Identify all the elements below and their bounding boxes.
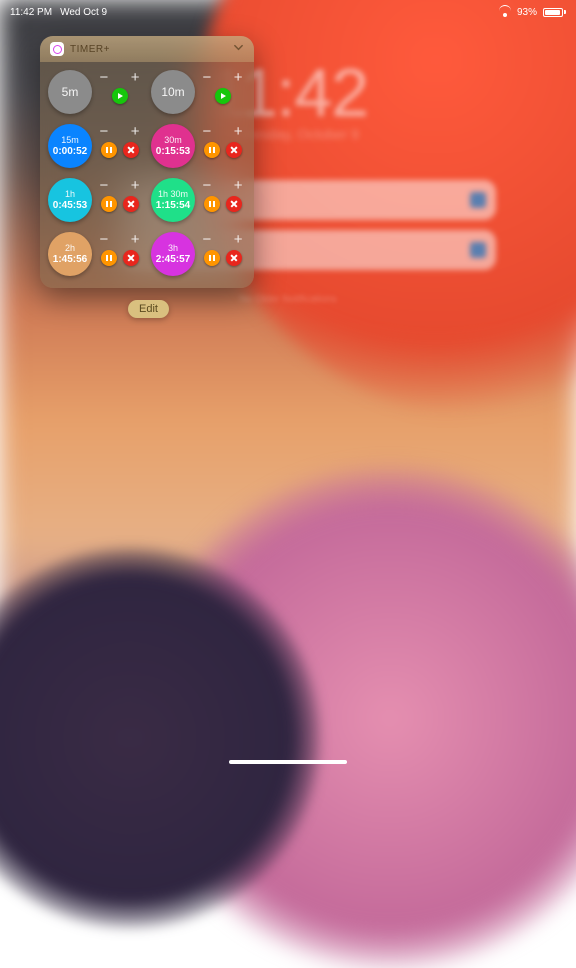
timer-elapsed: 2:45:57 (156, 255, 190, 265)
timer-controls: −+ (199, 70, 246, 104)
minus-button[interactable]: − (100, 178, 109, 193)
pause-button[interactable] (101, 142, 117, 158)
timer-elapsed: 1:45:56 (53, 255, 87, 265)
pause-button[interactable] (101, 196, 117, 212)
calendar-icon (470, 242, 486, 258)
plus-button[interactable]: + (131, 124, 140, 139)
calendar-icon (470, 192, 486, 208)
widget-title: TIMER+ (70, 44, 233, 55)
battery-percent: 93% (517, 7, 537, 18)
plus-button[interactable]: + (131, 232, 140, 247)
timer-cell: 10m−+ (151, 70, 246, 114)
timer-disc[interactable]: 1h 30m 1:15:54 (151, 178, 195, 222)
timer-widget: TIMER+ 5m−+10m−+15m0:00:52−+30m0:15:53−+… (40, 36, 254, 288)
timer-label: 30m (164, 136, 182, 145)
timer-label: 1h (65, 190, 75, 199)
timer-disc[interactable]: 3h 2:45:57 (151, 232, 195, 276)
minus-button[interactable]: − (203, 124, 212, 139)
timer-elapsed: 0:00:52 (53, 147, 87, 157)
timer-label: 15m (61, 136, 79, 145)
minus-button[interactable]: − (100, 124, 109, 139)
timer-app-icon (50, 42, 64, 56)
timer-controls: −+ (96, 232, 143, 266)
cancel-button[interactable] (123, 196, 139, 212)
plus-button[interactable]: + (234, 178, 243, 193)
minus-button[interactable]: − (100, 232, 109, 247)
minus-button[interactable]: − (203, 232, 212, 247)
timer-disc[interactable]: 1h 0:45:53 (48, 178, 92, 222)
chevron-down-icon[interactable] (233, 40, 244, 58)
timer-controls: −+ (96, 178, 143, 212)
plus-button[interactable]: + (234, 124, 243, 139)
plus-button[interactable]: + (131, 178, 140, 193)
timer-cell: 5m−+ (48, 70, 143, 114)
edit-button[interactable]: Edit (128, 300, 169, 318)
minus-button[interactable]: − (203, 70, 212, 85)
timer-disc[interactable]: 15m 0:00:52 (48, 124, 92, 168)
timer-label: 5m (62, 86, 79, 98)
widget-header[interactable]: TIMER+ (40, 36, 254, 62)
battery-icon (543, 8, 566, 17)
timer-cell: 30m0:15:53−+ (151, 124, 246, 168)
timer-elapsed: 0:45:53 (53, 201, 87, 211)
home-indicator[interactable] (229, 760, 347, 764)
play-button[interactable] (215, 88, 231, 104)
timer-disc[interactable]: 5m (48, 70, 92, 114)
cancel-button[interactable] (226, 250, 242, 266)
cancel-button[interactable] (226, 196, 242, 212)
minus-button[interactable]: − (100, 70, 109, 85)
pause-button[interactable] (204, 250, 220, 266)
timer-cell: 3h2:45:57−+ (151, 232, 246, 276)
minus-button[interactable]: − (203, 178, 212, 193)
timer-controls: −+ (199, 124, 246, 158)
timer-disc[interactable]: 2h 1:45:56 (48, 232, 92, 276)
plus-button[interactable]: + (234, 70, 243, 85)
pause-button[interactable] (204, 196, 220, 212)
cancel-button[interactable] (226, 142, 242, 158)
timer-label: 2h (65, 244, 75, 253)
timer-controls: −+ (199, 232, 246, 266)
pause-button[interactable] (101, 250, 117, 266)
timer-disc[interactable]: 10m (151, 70, 195, 114)
timer-cell: 15m0:00:52−+ (48, 124, 143, 168)
timer-cell: 1h 30m1:15:54−+ (151, 178, 246, 222)
status-date: Wed Oct 9 (60, 7, 107, 18)
timer-controls: −+ (96, 70, 143, 104)
plus-button[interactable]: + (234, 232, 243, 247)
timer-cell: 2h1:45:56−+ (48, 232, 143, 276)
timer-controls: −+ (96, 124, 143, 158)
pause-button[interactable] (204, 142, 220, 158)
no-older-notifications: No Older Notifications (239, 294, 336, 305)
timer-label: 3h (168, 244, 178, 253)
timer-label: 1h 30m (158, 190, 188, 199)
cancel-button[interactable] (123, 250, 139, 266)
status-bar: 11:42 PM Wed Oct 9 93% (0, 0, 576, 22)
timer-elapsed: 1:15:54 (156, 201, 190, 211)
timer-label: 10m (161, 86, 184, 98)
wifi-icon (499, 8, 511, 17)
timer-disc[interactable]: 30m 0:15:53 (151, 124, 195, 168)
timer-controls: −+ (199, 178, 246, 212)
timer-elapsed: 0:15:53 (156, 147, 190, 157)
plus-button[interactable]: + (131, 70, 140, 85)
play-button[interactable] (112, 88, 128, 104)
timer-cell: 1h0:45:53−+ (48, 178, 143, 222)
status-time: 11:42 PM (10, 7, 52, 18)
cancel-button[interactable] (123, 142, 139, 158)
